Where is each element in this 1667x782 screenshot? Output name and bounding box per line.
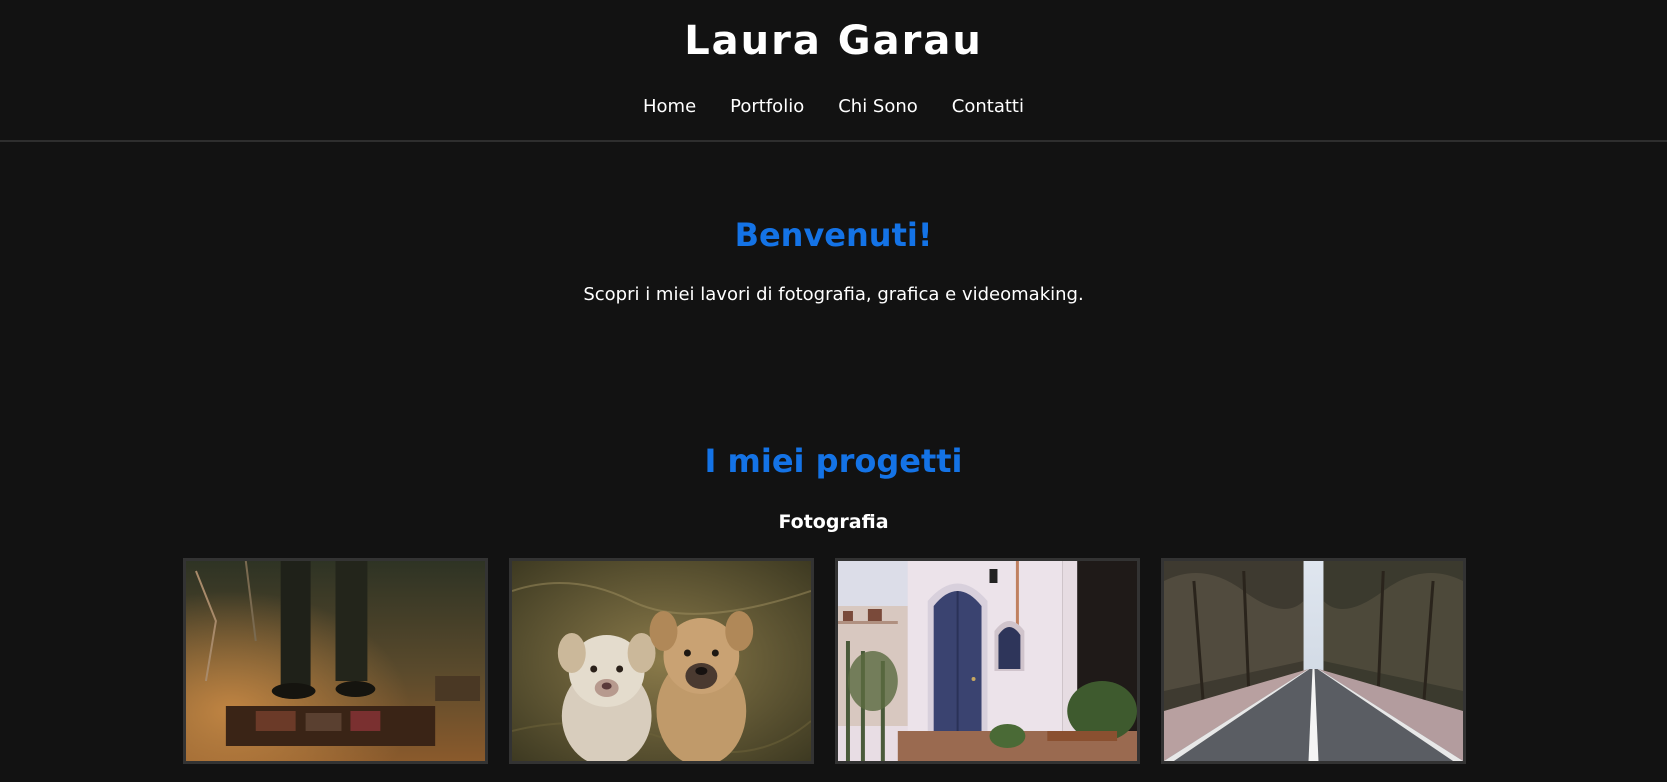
projects-heading: I miei progetti	[704, 442, 963, 480]
site-header: Laura Garau Home Portfolio Chi Sono Cont…	[0, 0, 1667, 142]
forest-road-photo[interactable]	[1161, 558, 1466, 764]
musician-pedalboard-image	[186, 561, 485, 761]
site-title: Laura Garau	[684, 18, 983, 64]
two-puppies-image	[512, 561, 811, 761]
hero-text: Scopri i miei lavori di fotografia, graf…	[583, 284, 1084, 305]
photo-gallery	[183, 558, 1467, 764]
white-house-blue-door-image	[838, 561, 1137, 761]
musician-pedalboard-photo[interactable]	[183, 558, 488, 764]
white-house-blue-door-photo[interactable]	[835, 558, 1140, 764]
main-nav: Home Portfolio Chi Sono Contatti	[0, 96, 1667, 117]
forest-road-image	[1164, 561, 1463, 761]
nav-link-portfolio[interactable]: Portfolio	[730, 96, 804, 117]
category-heading: Fotografia	[778, 511, 889, 533]
nav-link-chi-sono[interactable]: Chi Sono	[838, 96, 918, 117]
hero-heading: Benvenuti!	[734, 216, 933, 254]
nav-link-home[interactable]: Home	[643, 96, 696, 117]
nav-link-contatti[interactable]: Contatti	[952, 96, 1024, 117]
two-puppies-photo[interactable]	[509, 558, 814, 764]
